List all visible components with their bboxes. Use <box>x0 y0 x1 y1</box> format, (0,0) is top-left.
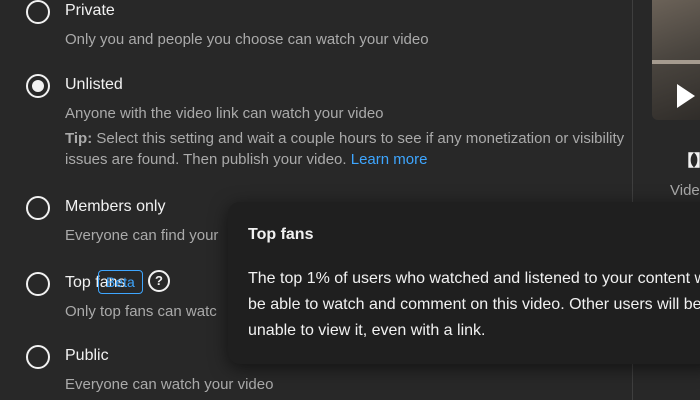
option-unlisted-label: Unlisted <box>65 76 123 93</box>
tooltip-body: The top 1% of users who watched and list… <box>248 270 700 339</box>
preview-glyph: 【】 <box>678 153 700 170</box>
option-members-label: Members only <box>65 198 166 215</box>
unlisted-tip: Tip: Select this setting and wait a coup… <box>65 128 625 170</box>
top-fans-tooltip: Top fans The top 1% of users who watched… <box>228 202 700 364</box>
radio-checked-icon[interactable] <box>26 74 50 98</box>
option-members-description: Everyone can find your <box>65 227 219 244</box>
tip-prefix: Tip: <box>65 130 93 147</box>
option-private-description: Only you and people you choose can watch… <box>65 31 429 48</box>
radio-icon[interactable] <box>26 272 50 296</box>
option-private-label: Private <box>65 2 115 19</box>
tooltip-title: Top fans <box>248 226 314 243</box>
play-icon[interactable] <box>677 84 695 108</box>
option-top-fans-description: Only top fans can watc <box>65 303 217 320</box>
preview-video-label: Vide <box>670 182 700 199</box>
option-public-label: Public <box>65 347 109 364</box>
radio-icon[interactable] <box>26 345 50 369</box>
option-public-description: Everyone can watch your video <box>65 376 274 393</box>
beta-badge: Beta <box>98 270 143 294</box>
option-unlisted-description: Anyone with the video link can watch you… <box>65 105 384 122</box>
learn-more-link[interactable]: Learn more <box>351 151 428 168</box>
tip-text: Select this setting and wait a couple ho… <box>65 130 625 168</box>
help-icon[interactable]: ? <box>148 270 170 292</box>
radio-icon[interactable] <box>26 196 50 220</box>
preview-progress-bar <box>652 60 700 64</box>
visibility-settings-panel: Private Only you and people you choose c… <box>0 0 700 400</box>
radio-icon[interactable] <box>26 0 50 24</box>
